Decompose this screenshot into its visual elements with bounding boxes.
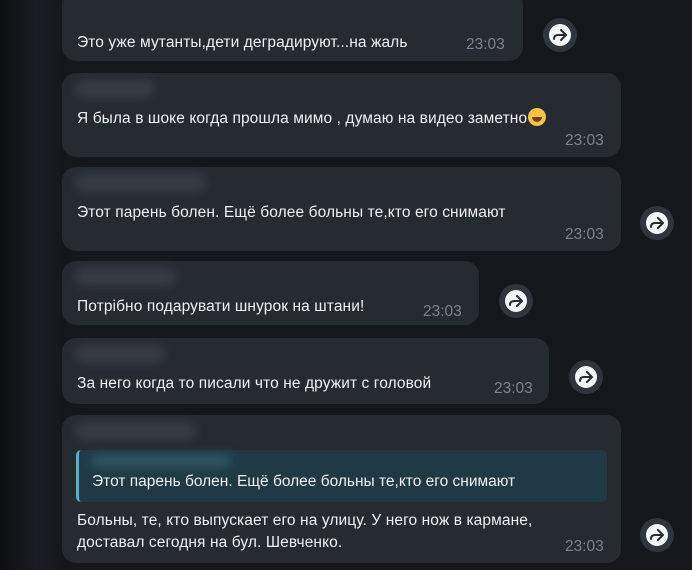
forward-button[interactable] (543, 18, 577, 52)
message-bubble[interactable]: Это уже мутанты,дети деградируют...на жа… (62, 0, 523, 61)
message-bubble[interactable]: Я была в шоке когда прошла мимо , думаю … (62, 73, 621, 157)
message-time: 23:03 (423, 303, 462, 320)
forward-arrow-icon (549, 24, 571, 46)
message-text: За него когда то писали что не дружит с … (77, 375, 432, 392)
message-time: 23:03 (565, 538, 604, 555)
message-text-content: Я была в шоке когда прошла мимо , думаю … (77, 110, 528, 127)
reply-quote[interactable]: Этот парень болен. Ещё более больны те,к… (76, 450, 607, 502)
message-time: 23:03 (565, 132, 604, 149)
forward-arrow-icon (575, 366, 597, 388)
message-bubble-reply[interactable]: Этот парень болен. Ещё более больны те,к… (62, 415, 621, 563)
message-text: Я была в шоке когда прошла мимо , думаю … (77, 107, 547, 130)
sender-name-blurred (76, 80, 154, 98)
message-time: 23:03 (466, 36, 505, 53)
forward-button[interactable] (499, 284, 533, 318)
message-time: 23:03 (494, 380, 533, 397)
laughing-tears-emoji-icon (528, 108, 547, 126)
message-text-line2: доставал сегодня на бул. Шевченко. (77, 534, 343, 551)
message-bubble[interactable]: Этот парень болен. Ещё более больны те,к… (62, 167, 621, 251)
message-text: Это уже мутанты,дети деградируют...на жа… (77, 34, 408, 51)
forward-button[interactable] (569, 360, 603, 394)
sender-name-blurred (76, 268, 176, 286)
forward-button[interactable] (640, 206, 674, 240)
sender-name-blurred (76, 174, 206, 192)
reply-quote-text: Этот парень болен. Ещё более больны те,к… (92, 473, 516, 490)
forward-arrow-icon (646, 524, 668, 546)
chat-background-edge (0, 0, 60, 570)
message-bubble[interactable]: За него когда то писали что не дружит с … (62, 338, 549, 404)
forward-arrow-icon (505, 290, 527, 312)
message-bubble[interactable]: Потрібно подарувати шнурок на штани! 23:… (62, 261, 479, 325)
sender-name-blurred (76, 422, 196, 440)
forward-button[interactable] (640, 518, 674, 552)
quoted-sender-blurred (91, 454, 231, 468)
message-text-line1: Больны, те, кто выпускает его на улицу. … (77, 512, 533, 529)
forward-arrow-icon (646, 212, 668, 234)
message-text: Этот парень болен. Ещё более больны те,к… (77, 204, 506, 221)
sender-name-blurred (76, 345, 164, 363)
message-time: 23:03 (565, 226, 604, 243)
message-text: Потрібно подарувати шнурок на штани! (77, 298, 365, 315)
